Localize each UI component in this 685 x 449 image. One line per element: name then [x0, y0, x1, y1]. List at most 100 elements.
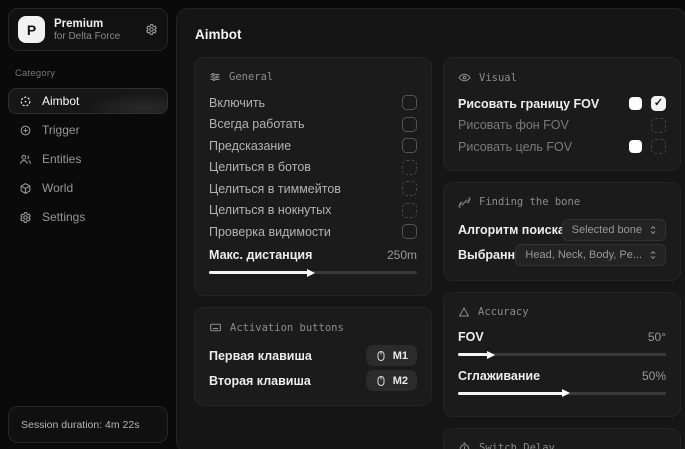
keybind-button-m2[interactable]: M2 [366, 370, 417, 391]
slider-handle[interactable] [487, 351, 495, 359]
checkbox-enable[interactable] [402, 95, 417, 110]
slider-label: Макс. дистанция [209, 248, 387, 262]
setting-label: Включить [209, 96, 402, 110]
setting-row: Рисовать границу FOV ✓ [458, 93, 666, 115]
trigger-icon [19, 124, 32, 137]
slider-fill [458, 353, 489, 356]
keybind-button-m1[interactable]: M1 [366, 345, 417, 366]
keybind-row: Первая клавиша M1 [209, 343, 417, 368]
checkbox-visibility-check[interactable] [402, 224, 417, 239]
settings-icon [19, 211, 32, 224]
fov-slider[interactable] [458, 353, 666, 356]
sidebar-item-label: Aimbot [42, 94, 79, 108]
sliders-icon [209, 71, 221, 83]
sidebar-item-world[interactable]: World [8, 175, 168, 201]
keybind-value: M1 [393, 350, 408, 362]
slider-row: FOV 50° [458, 327, 666, 349]
setting-label: Рисовать границу FOV [458, 97, 629, 111]
setting-row: Всегда работать [209, 114, 417, 136]
brand-logo: P [18, 16, 45, 43]
checkbox-draw-fov-border[interactable]: ✓ [651, 96, 666, 111]
setting-row: Включить [209, 92, 417, 114]
card-visual: Visual Рисовать границу FOV ✓ Рисовать ф… [443, 57, 681, 171]
slider-fill [209, 271, 309, 274]
setting-row: Предсказание [209, 135, 417, 157]
section-title: Accuracy [478, 306, 529, 318]
sidebar-item-trigger[interactable]: Trigger [8, 117, 168, 143]
setting-row: Целиться в ботов [209, 157, 417, 179]
mouse-icon [375, 375, 387, 387]
setting-row: Рисовать фон FOV [458, 115, 666, 137]
checkbox-always-work[interactable] [402, 117, 417, 132]
card-switch-delay: Switch Delay Задержка переключения Задер… [443, 428, 681, 449]
session-duration: Session duration: 4m 22s [8, 406, 168, 443]
dropdown-row: Алгоритм поиска кост Selected bone [458, 218, 666, 243]
setting-label: Целиться в ботов [209, 160, 402, 174]
setting-label: Предсказание [209, 139, 402, 153]
selected-value: Selected bone [572, 224, 642, 236]
setting-label: Целиться в нокнутых [209, 203, 402, 217]
sidebar-item-aimbot[interactable]: Aimbot [8, 88, 168, 114]
keybind-label: Первая клавиша [209, 349, 366, 363]
color-swatch[interactable] [629, 140, 642, 153]
left-column: General Включить Всегда работать Предска… [194, 57, 432, 417]
sidebar-item-label: World [42, 181, 73, 195]
sidebar-item-settings[interactable]: Settings [8, 204, 168, 230]
session-duration-text: Session duration: 4m 22s [21, 419, 139, 431]
setting-row: Проверка видимости [209, 221, 417, 243]
crosshair-icon [19, 95, 32, 108]
color-swatch[interactable] [629, 97, 642, 110]
keybind-row: Вторая клавиша M2 [209, 368, 417, 393]
mouse-icon [375, 350, 387, 362]
keybind-value: M2 [393, 375, 408, 387]
slider-fill [458, 392, 564, 395]
smoothing-slider[interactable] [458, 392, 666, 395]
eye-icon [458, 71, 471, 84]
chevron-up-down-icon [648, 250, 658, 260]
setting-label: Целиться в тиммейтов [209, 182, 402, 196]
setting-row: Целиться в тиммейтов [209, 178, 417, 200]
setting-row: Целиться в нокнутых [209, 200, 417, 222]
slider-label: FOV [458, 330, 648, 344]
setting-label: Рисовать цель FOV [458, 140, 629, 154]
setting-row: Рисовать цель FOV [458, 136, 666, 158]
card-finding-bone: Finding the bone Алгоритм поиска кост Se… [443, 182, 681, 281]
keyboard-icon [209, 321, 222, 334]
page-title: Aimbot [195, 27, 674, 42]
chevron-up-down-icon [648, 225, 658, 235]
triangle-icon [458, 306, 470, 318]
bone-algorithm-select[interactable]: Selected bone [562, 219, 666, 241]
slider-row: Сглаживание 50% [458, 365, 666, 387]
slider-value: 50% [642, 369, 666, 383]
brand-text: Premium for Delta Force [54, 18, 136, 42]
slider-handle[interactable] [307, 269, 315, 277]
timer-icon [458, 442, 471, 449]
card-general: General Включить Всегда работать Предска… [194, 57, 432, 296]
max-distance-slider[interactable] [209, 271, 417, 274]
brand-box: P Premium for Delta Force [8, 8, 168, 51]
category-label: Category [15, 68, 168, 79]
checkbox-draw-fov-target[interactable] [651, 139, 666, 154]
sidebar: P Premium for Delta Force Category Aimbo… [0, 0, 176, 449]
section-title: General [229, 71, 273, 83]
keybind-label: Вторая клавиша [209, 374, 366, 388]
checkbox-prediction[interactable] [402, 138, 417, 153]
selected-value: Head, Neck, Body, Pe... [525, 249, 642, 261]
bone-icon [458, 196, 471, 209]
sidebar-item-label: Settings [42, 210, 85, 224]
gear-icon[interactable] [145, 23, 158, 36]
slider-value: 50° [648, 330, 666, 344]
world-icon [19, 182, 32, 195]
selected-bones-select[interactable]: Head, Neck, Body, Pe... [515, 244, 666, 266]
checkbox-aim-bots[interactable] [402, 160, 417, 175]
checkbox-aim-knocked[interactable] [402, 203, 417, 218]
setting-label: Проверка видимости [209, 225, 402, 239]
card-activation-buttons: Activation buttons Первая клавиша M1 Вто… [194, 307, 432, 406]
setting-label: Рисовать фон FOV [458, 118, 651, 132]
checkbox-draw-fov-background[interactable] [651, 118, 666, 133]
section-title: Switch Delay [479, 442, 555, 449]
sidebar-item-entities[interactable]: Entities [8, 146, 168, 172]
slider-handle[interactable] [562, 389, 570, 397]
sidebar-item-label: Trigger [42, 123, 80, 137]
checkbox-aim-teammates[interactable] [402, 181, 417, 196]
